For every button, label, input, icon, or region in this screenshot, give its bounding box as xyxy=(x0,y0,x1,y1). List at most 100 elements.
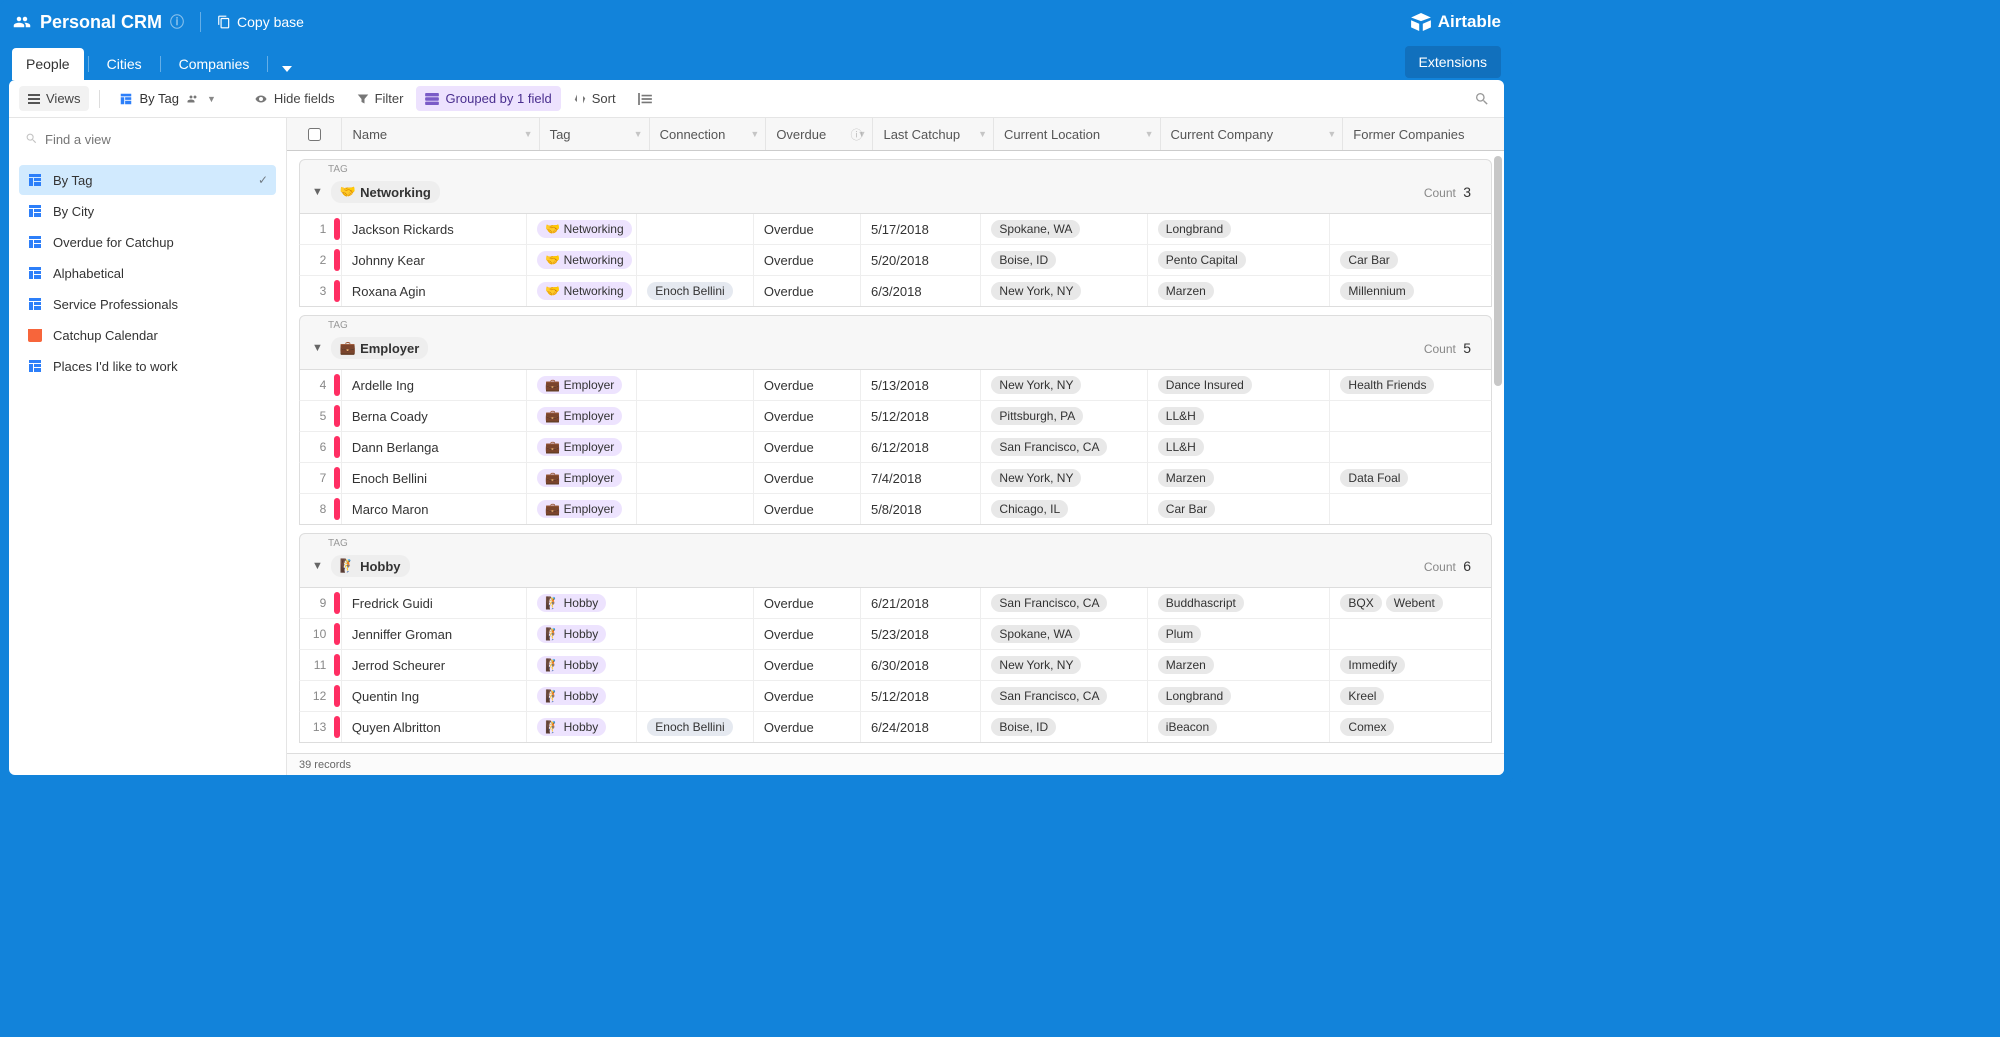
sidebar-view-item[interactable]: By City xyxy=(19,196,276,226)
cell-overdue[interactable]: Overdue xyxy=(754,370,861,400)
cell-name[interactable]: Jackson Rickards xyxy=(342,214,527,244)
cell-name[interactable]: Marco Maron xyxy=(342,494,527,524)
cell-name[interactable]: Quyen Albritton xyxy=(342,712,527,742)
cell-connection[interactable] xyxy=(637,619,754,649)
hide-fields-button[interactable]: Hide fields xyxy=(245,86,344,111)
group-button[interactable]: Grouped by 1 field xyxy=(416,86,560,111)
views-menu-button[interactable]: Views xyxy=(19,86,89,111)
tab-companies[interactable]: Companies xyxy=(165,48,264,80)
cell-overdue[interactable]: Overdue xyxy=(754,401,861,431)
cell-former-companies[interactable] xyxy=(1330,432,1491,462)
scrollbar-thumb[interactable] xyxy=(1494,156,1502,386)
cell-tag[interactable]: 💼 Employer xyxy=(527,463,637,493)
cell-company[interactable]: LL&H xyxy=(1148,401,1331,431)
cell-overdue[interactable]: Overdue xyxy=(754,619,861,649)
select-all-header[interactable] xyxy=(287,118,342,150)
column-header-former[interactable]: Former Companies xyxy=(1343,118,1504,150)
column-header-overdue[interactable]: Overdueⓘ▼ xyxy=(766,118,873,150)
cell-former-companies[interactable] xyxy=(1330,214,1491,244)
company-pill[interactable]: Data Foal xyxy=(1340,469,1408,487)
cell-connection[interactable] xyxy=(637,681,754,711)
cell-former-companies[interactable]: Millennium xyxy=(1330,276,1491,306)
company-pill[interactable]: Immedify xyxy=(1340,656,1405,674)
column-header-tag[interactable]: Tag▼ xyxy=(540,118,650,150)
cell-name[interactable]: Enoch Bellini xyxy=(342,463,527,493)
cell-last-catchup[interactable]: 5/8/2018 xyxy=(861,494,981,524)
cell-company[interactable]: Longbrand xyxy=(1148,681,1331,711)
column-header-company[interactable]: Current Company▼ xyxy=(1161,118,1344,150)
table-row[interactable]: 9Fredrick Guidi🧗 HobbyOverdue6/21/2018Sa… xyxy=(299,588,1492,619)
cell-tag[interactable]: 💼 Employer xyxy=(527,370,637,400)
cell-company[interactable]: Marzen xyxy=(1148,650,1331,680)
company-pill[interactable]: BQX xyxy=(1340,594,1381,612)
cell-company[interactable]: Dance Insured xyxy=(1148,370,1331,400)
cell-location[interactable]: Spokane, WA xyxy=(981,214,1147,244)
cell-connection[interactable] xyxy=(637,370,754,400)
sidebar-view-item[interactable]: Places I'd like to work xyxy=(19,351,276,381)
cell-tag[interactable]: 💼 Employer xyxy=(527,432,637,462)
column-header-last-catchup[interactable]: Last Catchup▼ xyxy=(873,118,994,150)
tab-cities[interactable]: Cities xyxy=(93,48,156,80)
cell-connection[interactable] xyxy=(637,401,754,431)
cell-connection[interactable]: Enoch Bellini xyxy=(637,712,754,742)
cell-former-companies[interactable] xyxy=(1330,619,1491,649)
cell-company[interactable]: Buddhascript xyxy=(1148,588,1331,618)
cell-location[interactable]: Boise, ID xyxy=(981,712,1147,742)
extensions-button[interactable]: Extensions xyxy=(1405,46,1501,78)
sidebar-view-item[interactable]: Overdue for Catchup xyxy=(19,227,276,257)
company-pill[interactable]: Webent xyxy=(1386,594,1443,612)
cell-overdue[interactable]: Overdue xyxy=(754,245,861,275)
info-icon[interactable]: ⓘ xyxy=(170,12,184,32)
cell-company[interactable]: Longbrand xyxy=(1148,214,1331,244)
cell-tag[interactable]: 🧗 Hobby xyxy=(527,588,637,618)
sort-button[interactable]: Sort xyxy=(565,86,625,111)
cell-name[interactable]: Jenniffer Groman xyxy=(342,619,527,649)
cell-company[interactable]: LL&H xyxy=(1148,432,1331,462)
table-row[interactable]: 6Dann Berlanga💼 EmployerOverdue6/12/2018… xyxy=(299,432,1492,463)
cell-location[interactable]: Pittsburgh, PA xyxy=(981,401,1147,431)
cell-location[interactable]: San Francisco, CA xyxy=(981,588,1147,618)
cell-overdue[interactable]: Overdue xyxy=(754,494,861,524)
table-row[interactable]: 11Jerrod Scheurer🧗 HobbyOverdue6/30/2018… xyxy=(299,650,1492,681)
cell-former-companies[interactable]: Data Foal xyxy=(1330,463,1491,493)
table-row[interactable]: 12Quentin Ing🧗 HobbyOverdue5/12/2018San … xyxy=(299,681,1492,712)
cell-connection[interactable] xyxy=(637,432,754,462)
table-row[interactable]: 1Jackson Rickards🤝 NetworkingOverdue5/17… xyxy=(299,214,1492,245)
cell-name[interactable]: Fredrick Guidi xyxy=(342,588,527,618)
cell-overdue[interactable]: Overdue xyxy=(754,588,861,618)
cell-last-catchup[interactable]: 6/30/2018 xyxy=(861,650,981,680)
company-pill[interactable]: Kreel xyxy=(1340,687,1384,705)
cell-name[interactable]: Berna Coady xyxy=(342,401,527,431)
cell-company[interactable]: Marzen xyxy=(1148,463,1331,493)
sidebar-view-item[interactable]: Catchup Calendar xyxy=(19,320,276,350)
cell-overdue[interactable]: Overdue xyxy=(754,432,861,462)
cell-former-companies[interactable]: Comex xyxy=(1330,712,1491,742)
cell-tag[interactable]: 🤝 Networking xyxy=(527,276,637,306)
cell-last-catchup[interactable]: 6/12/2018 xyxy=(861,432,981,462)
tab-people[interactable]: People xyxy=(12,48,84,80)
cell-tag[interactable]: 🧗 Hobby xyxy=(527,681,637,711)
group-header[interactable]: TAG▼💼EmployerCount 5 xyxy=(299,315,1492,370)
cell-company[interactable]: Car Bar xyxy=(1148,494,1331,524)
cell-overdue[interactable]: Overdue xyxy=(754,463,861,493)
table-row[interactable]: 7Enoch Bellini💼 EmployerOverdue7/4/2018N… xyxy=(299,463,1492,494)
group-header[interactable]: TAG▼🤝NetworkingCount 3 xyxy=(299,159,1492,214)
cell-tag[interactable]: 🧗 Hobby xyxy=(527,619,637,649)
sidebar-view-item[interactable]: Service Professionals xyxy=(19,289,276,319)
brand-logo[interactable]: Airtable xyxy=(1410,12,1501,32)
company-pill[interactable]: Health Friends xyxy=(1340,376,1434,394)
cell-former-companies[interactable]: Kreel xyxy=(1330,681,1491,711)
sidebar-view-item[interactable]: By Tag✓ xyxy=(19,165,276,195)
cell-name[interactable]: Quentin Ing xyxy=(342,681,527,711)
group-header[interactable]: TAG▼🧗HobbyCount 6 xyxy=(299,533,1492,588)
cell-tag[interactable]: 🧗 Hobby xyxy=(527,712,637,742)
cell-former-companies[interactable]: Immedify xyxy=(1330,650,1491,680)
cell-last-catchup[interactable]: 5/17/2018 xyxy=(861,214,981,244)
cell-last-catchup[interactable]: 5/13/2018 xyxy=(861,370,981,400)
cell-location[interactable]: Boise, ID xyxy=(981,245,1147,275)
cell-tag[interactable]: 🤝 Networking xyxy=(527,245,637,275)
cell-overdue[interactable]: Overdue xyxy=(754,712,861,742)
cell-former-companies[interactable]: BQX Webent xyxy=(1330,588,1491,618)
sidebar-view-item[interactable]: Alphabetical xyxy=(19,258,276,288)
cell-location[interactable]: San Francisco, CA xyxy=(981,432,1147,462)
